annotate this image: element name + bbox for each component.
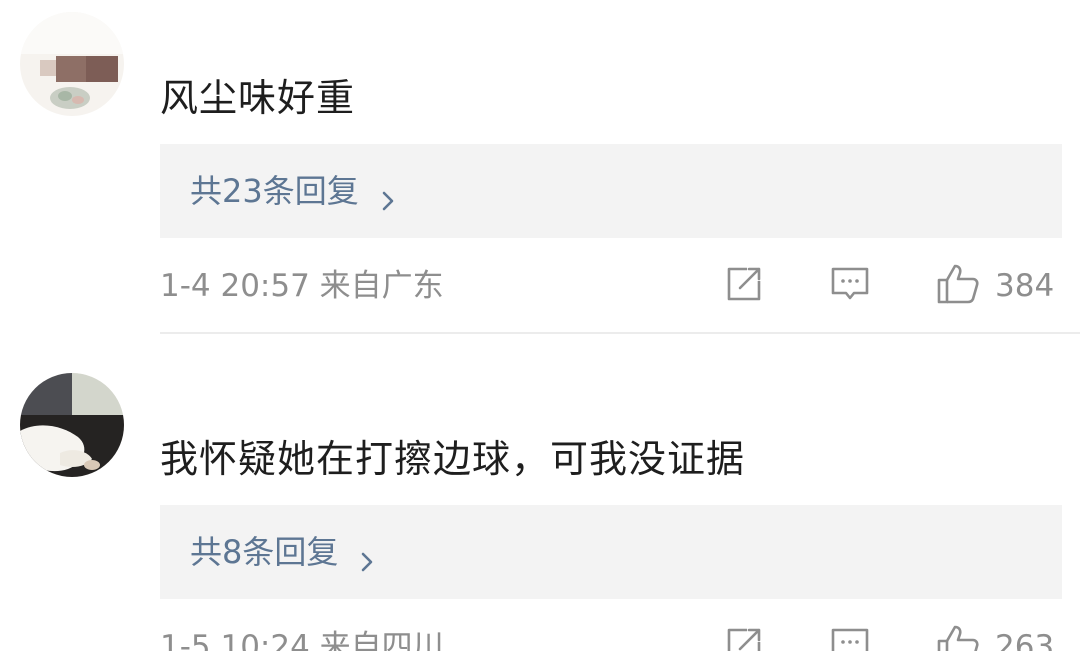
comment-button[interactable] (829, 625, 871, 651)
comment-icon (829, 263, 871, 309)
comment-meta-row: 1-5 10:24 来自四川 263 (160, 625, 1062, 651)
avatar[interactable] (20, 373, 124, 477)
comment-divider (160, 332, 1080, 334)
comment-text: 风尘味好重 (160, 76, 356, 120)
chevron-right-icon (356, 541, 378, 572)
chevron-right-icon (377, 180, 399, 211)
thumbs-up-icon (935, 262, 981, 310)
comment-icon (829, 624, 871, 651)
share-button[interactable] (723, 264, 765, 308)
comment-item: 风尘味好重 共23条回复 1-4 20:57 来自广东 384 (0, 0, 1080, 335)
reply-count-label: 共23条回复 (190, 172, 359, 210)
like-button[interactable]: 384 (935, 264, 1054, 308)
reply-summary-box[interactable]: 共23条回复 (160, 144, 1062, 238)
like-count: 384 (995, 268, 1055, 304)
reply-summary-box[interactable]: 共8条回复 (160, 505, 1062, 599)
comment-meta-row: 1-4 20:57 来自广东 384 (160, 264, 1062, 308)
comment-time-location: 1-5 10:24 来自四川 (160, 629, 444, 651)
like-button[interactable]: 263 (935, 625, 1054, 651)
avatar[interactable] (20, 12, 124, 116)
comment-button[interactable] (829, 264, 871, 308)
share-icon (723, 624, 765, 651)
comment-time-location: 1-4 20:57 来自广东 (160, 268, 444, 304)
share-icon (723, 263, 765, 309)
view-replies-link[interactable]: 共23条回复 (190, 170, 399, 212)
comment-text: 我怀疑她在打擦边球，可我没证据 (160, 437, 746, 481)
share-button[interactable] (723, 625, 765, 651)
view-replies-link[interactable]: 共8条回复 (190, 531, 378, 573)
comment-item: 我怀疑她在打擦边球，可我没证据 共8条回复 1-5 10:24 来自四川 263 (0, 335, 1080, 651)
thumbs-up-icon (935, 623, 981, 651)
reply-count-label: 共8条回复 (190, 533, 339, 571)
like-count: 263 (995, 629, 1055, 651)
comment-list: 风尘味好重 共23条回复 1-4 20:57 来自广东 384 我怀疑她在打擦边… (0, 0, 1080, 651)
